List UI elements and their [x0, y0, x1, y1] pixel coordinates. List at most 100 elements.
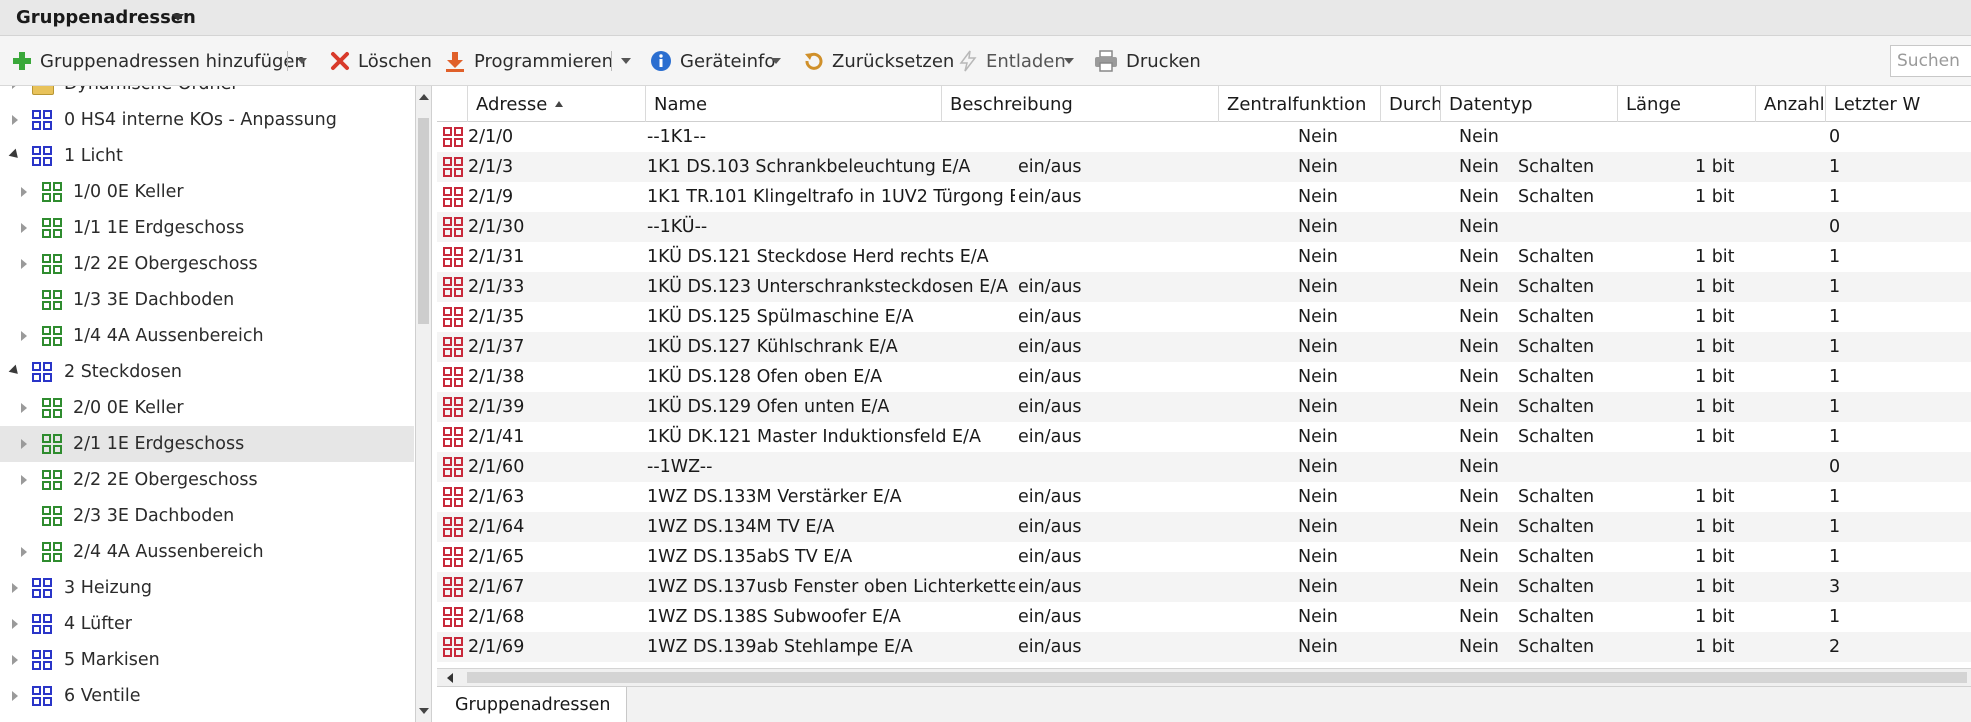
tree-item[interactable]: 2/4 4A Aussenbereich: [0, 534, 414, 570]
program-dropdown-chevron-icon[interactable]: [621, 58, 631, 64]
cell-description: [1018, 452, 1293, 482]
column-header[interactable]: Länge: [1617, 86, 1755, 122]
horizontal-scroll-thumb[interactable]: [467, 672, 1967, 683]
scroll-left-arrow-icon[interactable]: [447, 673, 453, 683]
cell-datatype: Schalten: [1518, 637, 1595, 657]
collapsed-triangle-icon[interactable]: [21, 187, 27, 197]
table-row[interactable]: 2/1/64 1WZ DS.134M TV E/A ein/aus Nein Nein S…: [437, 512, 1971, 542]
toolbar-separator: [611, 51, 612, 71]
cell-name: 1KÜ DK.121 Master Induktionsfeld E/A: [647, 427, 981, 447]
cell-address: 2/1/69: [468, 637, 525, 657]
cell-length: [1695, 122, 1825, 152]
tree-item[interactable]: 2 Steckdosen: [0, 354, 414, 390]
collapsed-triangle-icon[interactable]: [21, 475, 27, 485]
tree-item[interactable]: 3 Heizung: [0, 570, 414, 606]
tree-item[interactable]: 2/0 0E Keller: [0, 390, 414, 426]
tree-item[interactable]: 2/3 3E Dachboden: [0, 498, 414, 534]
search-input[interactable]: [1890, 45, 1971, 77]
column-header[interactable]: Name: [645, 86, 941, 122]
tree-item[interactable]: 1/4 4A Aussenbereich: [0, 318, 414, 354]
reset-button[interactable]: Zurücksetzen: [802, 36, 954, 86]
table-row[interactable]: 2/1/33 1KÜ DS.123 Unterschranksteckdosen …: [437, 272, 1971, 302]
table-row[interactable]: 2/1/38 1KÜ DS.128 Ofen oben E/A ein/aus Nei…: [437, 362, 1971, 392]
collapsed-triangle-icon[interactable]: [21, 403, 27, 413]
table-row[interactable]: 2/1/69 1WZ DS.139ab Stehlampe E/A ein/aus N…: [437, 632, 1971, 662]
tree-item[interactable]: 1/3 3E Dachboden: [0, 282, 414, 318]
tree-item[interactable]: 1/2 2E Obergeschoss: [0, 246, 414, 282]
scroll-up-arrow-icon[interactable]: [419, 94, 429, 100]
column-header[interactable]: Datentyp: [1440, 86, 1617, 122]
add-dropdown-chevron-icon[interactable]: [297, 58, 307, 64]
collapsed-triangle-icon[interactable]: [12, 655, 18, 665]
tree-vertical-scrollbar[interactable]: [416, 86, 432, 722]
collapsed-triangle-icon[interactable]: [12, 619, 18, 629]
column-header[interactable]: Adresse: [467, 86, 645, 122]
table-row[interactable]: 2/1/0 --1K1-- Nein Nein 0: [437, 122, 1971, 152]
scroll-down-arrow-icon[interactable]: [419, 708, 429, 714]
cell-description: ein/aus: [1018, 337, 1082, 357]
table-row[interactable]: 2/1/63 1WZ DS.133M Verstärker E/A ein/aus N…: [437, 482, 1971, 512]
cell-name: 1KÜ DS.123 Unterschranksteckdosen E/A: [647, 277, 1009, 297]
cell-pass-through: Nein: [1459, 277, 1499, 297]
device-info-dropdown-chevron-icon[interactable]: [771, 58, 781, 64]
table-row[interactable]: 2/1/30 --1KÜ-- Nein Nein 0: [437, 212, 1971, 242]
column-header[interactable]: Anzahl: [1755, 86, 1825, 122]
table-row[interactable]: 2/1/9 1K1 TR.101 Klingeltrafo in 1UV2 Tür…: [437, 182, 1971, 212]
collapsed-triangle-icon[interactable]: [12, 115, 18, 125]
tree-item[interactable]: 2/1 1E Erdgeschoss: [0, 426, 414, 462]
collapsed-triangle-icon[interactable]: [21, 331, 27, 341]
delete-button[interactable]: Löschen: [330, 36, 432, 86]
device-info-button[interactable]: Geräteinfo: [650, 36, 775, 86]
expanded-triangle-icon[interactable]: [8, 148, 22, 162]
collapsed-triangle-icon[interactable]: [21, 439, 27, 449]
collapsed-triangle-icon[interactable]: [21, 259, 27, 269]
panel-menu-chevron-icon[interactable]: [172, 14, 184, 21]
table-row[interactable]: 2/1/65 1WZ DS.135abS TV E/A ein/aus Nein Nei…: [437, 542, 1971, 572]
table-row[interactable]: 2/1/35 1KÜ DS.125 Spülmaschine E/A ein/aus…: [437, 302, 1971, 332]
tree-item[interactable]: Dynamische Ordner: [0, 86, 414, 102]
table-horizontal-scrollbar[interactable]: [437, 668, 1971, 686]
table-row[interactable]: 2/1/37 1KÜ DS.127 Kühlschrank E/A ein/aus N…: [437, 332, 1971, 362]
table-row[interactable]: 2/1/31 1KÜ DS.121 Steckdose Herd rechts E…: [437, 242, 1971, 272]
scroll-thumb[interactable]: [418, 118, 429, 324]
add-group-addresses-button[interactable]: Gruppenadressen hinzufügen: [12, 36, 306, 86]
table-row[interactable]: 2/1/3 1K1 DS.103 Schrankbeleuchtung E/A ei…: [437, 152, 1971, 182]
program-button[interactable]: Programmieren: [444, 36, 613, 86]
unload-button[interactable]: Entladen: [958, 36, 1066, 86]
column-header[interactable]: Letzter W: [1825, 86, 1971, 122]
cell-name: 1WZ DS.135abS TV E/A: [647, 547, 853, 567]
tree-item[interactable]: 2/2 2E Obergeschoss: [0, 462, 414, 498]
column-header[interactable]: Durch: [1380, 86, 1440, 122]
table-row[interactable]: 2/1/41 1KÜ DK.121 Master Induktionsfeld E…: [437, 422, 1971, 452]
collapsed-triangle-icon[interactable]: [21, 223, 27, 233]
middle-group-icon: [42, 254, 62, 274]
column-header[interactable]: Zentralfunktion: [1218, 86, 1380, 122]
table-row[interactable]: 2/1/67 1WZ DS.137usb Fenster oben Lichter…: [437, 572, 1971, 602]
tree-item[interactable]: 1/0 0E Keller: [0, 174, 414, 210]
collapsed-triangle-icon[interactable]: [12, 691, 18, 701]
table-row[interactable]: 2/1/39 1KÜ DS.129 Ofen unten E/A ein/aus Ne…: [437, 392, 1971, 422]
tree-item-label: 5 Markisen: [64, 650, 160, 670]
collapsed-triangle-icon[interactable]: [21, 547, 27, 557]
unload-dropdown-chevron-icon[interactable]: [1064, 58, 1074, 64]
cell-name: 1WZ DS.137usb Fenster oben Lichterkette …: [647, 577, 1015, 597]
tree-item[interactable]: 1/1 1E Erdgeschoss: [0, 210, 414, 246]
collapsed-triangle-icon[interactable]: [12, 583, 18, 593]
group-address-icon: [443, 427, 463, 447]
collapsed-triangle-icon[interactable]: [12, 86, 18, 89]
tree-item[interactable]: 0 HS4 interne KOs - Anpassung: [0, 102, 414, 138]
column-header-label: Durch: [1389, 93, 1440, 115]
table-row[interactable]: 2/1/68 1WZ DS.138S Subwoofer E/A ein/aus Ne…: [437, 602, 1971, 632]
tree-item[interactable]: 4 Lüfter: [0, 606, 414, 642]
print-button[interactable]: Drucken: [1094, 36, 1201, 86]
cell-pass-through: Nein: [1459, 607, 1499, 627]
column-header[interactable]: Beschreibung: [941, 86, 1218, 122]
tree-item[interactable]: 6 Ventile: [0, 678, 414, 714]
column-header-label: Letzter W: [1834, 93, 1921, 115]
tab-group-addresses[interactable]: Gruppenadressen: [437, 687, 627, 722]
tree-item[interactable]: 1 Licht: [0, 138, 414, 174]
table-row[interactable]: 2/1/60 --1WZ-- Nein Nein 0: [437, 452, 1971, 482]
expanded-triangle-icon[interactable]: [8, 364, 22, 378]
tab-label: Gruppenadressen: [455, 695, 611, 715]
tree-item[interactable]: 5 Markisen: [0, 642, 414, 678]
